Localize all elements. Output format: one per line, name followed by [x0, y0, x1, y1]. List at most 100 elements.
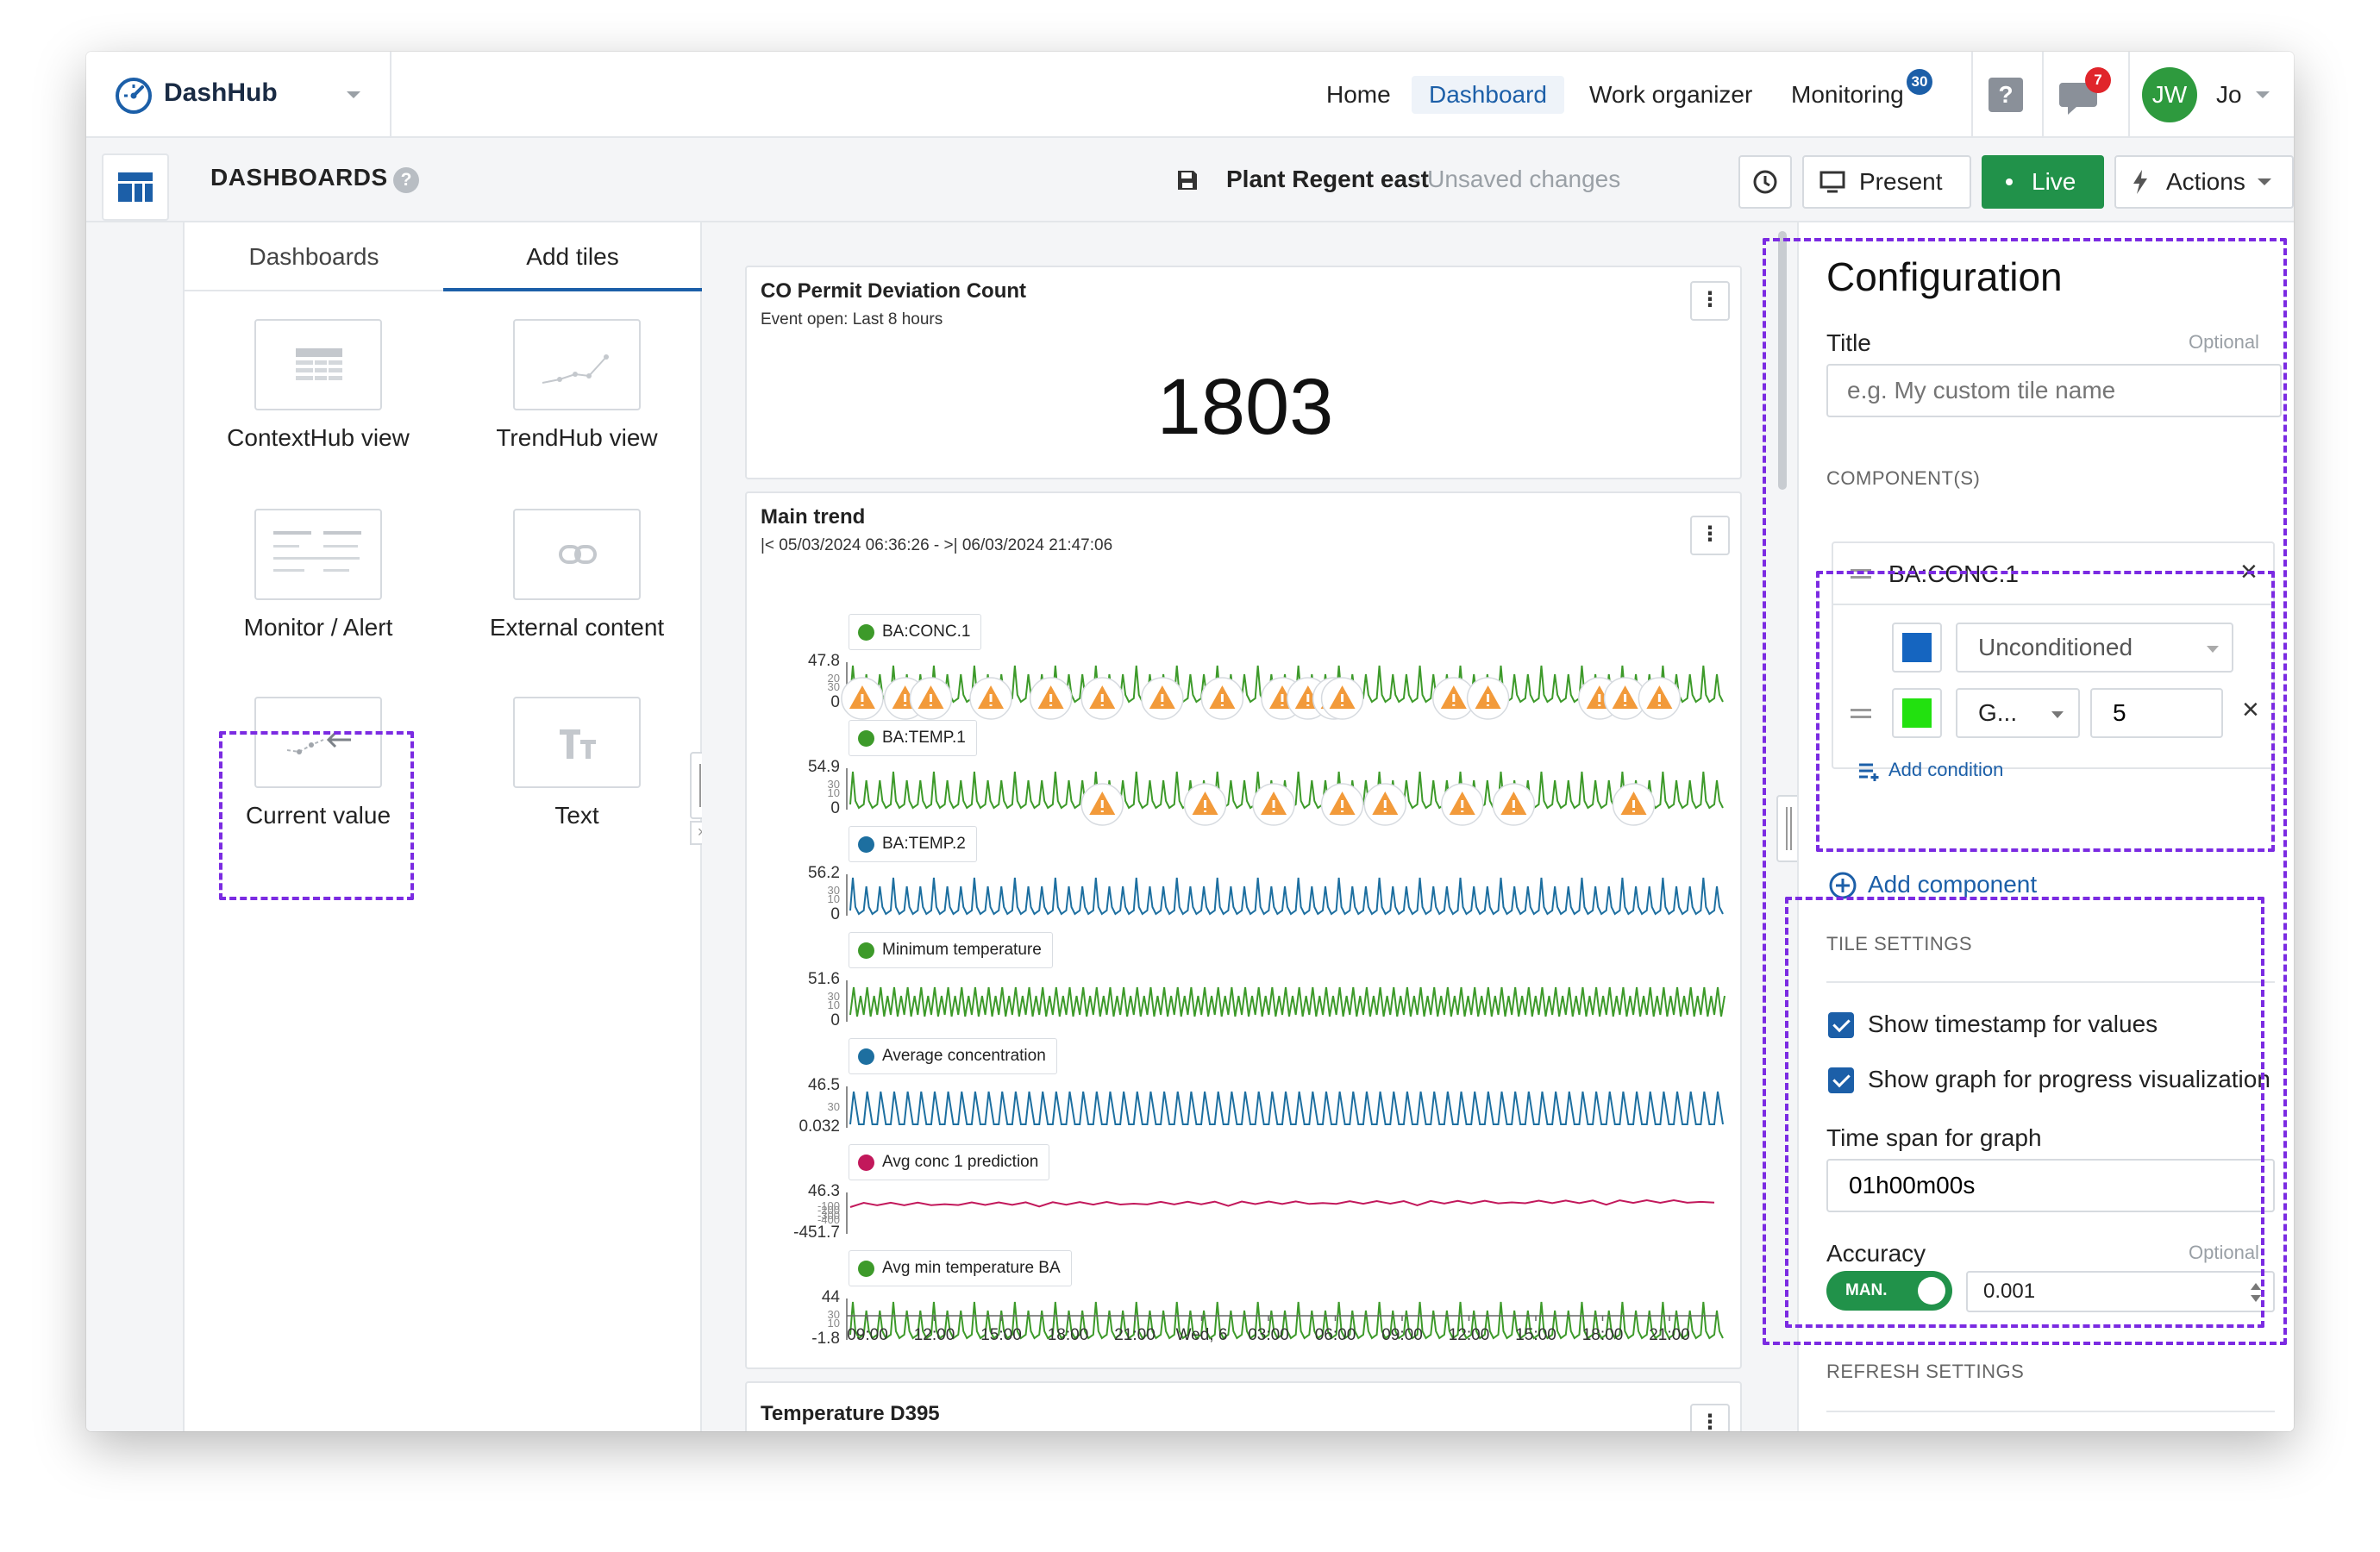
alert-warning-icon[interactable]	[1029, 677, 1073, 720]
component-card: BA:CONC.1 × Unconditioned G... ×	[1832, 541, 2275, 781]
alert-warning-icon[interactable]	[1320, 783, 1364, 826]
alert-warning-icon[interactable]	[1638, 677, 1682, 720]
help-icon[interactable]: ?	[393, 167, 419, 193]
trend-chart[interactable]: 09:00 12:00 15:00 18:00 21:00 Wed, 6 03:00 06:0…	[747, 493, 1744, 1371]
tile-monitor-alert[interactable]: Monitor / Alert	[202, 509, 435, 641]
actions-button[interactable]: Actions	[2114, 155, 2294, 209]
alert-warning-icon[interactable]	[1080, 783, 1124, 826]
card-menu-button[interactable]: ⋮	[1690, 281, 1730, 321]
nav-home[interactable]: Home	[1309, 76, 1408, 114]
default-color-picker[interactable]	[1892, 623, 1942, 673]
alert-warning-icon[interactable]	[1492, 783, 1536, 826]
tiles-panel: Dashboards Add tiles ContextHub view Tre…	[185, 222, 702, 1431]
series-color-dot	[858, 1261, 874, 1277]
actions-label: Actions	[2166, 168, 2245, 195]
help-icon[interactable]: ?	[1989, 78, 2023, 112]
title-input[interactable]	[1826, 364, 2282, 417]
card-menu-button[interactable]: ⋮	[1690, 1404, 1730, 1431]
series-color-dot	[858, 730, 874, 747]
left-rail	[86, 222, 185, 1431]
accuracy-input[interactable]: 0.001	[1966, 1271, 2275, 1312]
stepper-arrows-icon[interactable]	[2249, 1280, 2263, 1305]
tab-dashboards[interactable]: Dashboards	[185, 222, 443, 291]
alert-warning-icon[interactable]	[909, 677, 953, 720]
series-name: Average concentration	[882, 1047, 1046, 1065]
alert-warning-icon[interactable]	[1612, 783, 1656, 826]
tile-text[interactable]: Text	[460, 697, 693, 829]
alert-warning-icon[interactable]	[1466, 677, 1510, 720]
chevron-down-icon[interactable]	[2254, 90, 2271, 100]
show-graph-checkbox[interactable]	[1828, 1067, 1854, 1093]
condition-color-picker[interactable]	[1892, 688, 1942, 738]
top-navigation: DashHub Home Dashboard Work organizer Mo…	[86, 52, 2294, 138]
series-color-dot	[858, 942, 874, 959]
dashboards-toggle-button[interactable]	[102, 153, 169, 221]
app-switcher[interactable]: DashHub	[86, 52, 391, 138]
alert-warning-icon[interactable]	[1440, 783, 1484, 826]
drag-handle-icon[interactable]	[1851, 569, 1871, 572]
dashboards-heading: DASHBOARDS	[210, 164, 388, 191]
series-label[interactable]: Minimum temperature	[849, 932, 1053, 968]
tab-add-tiles[interactable]: Add tiles	[443, 222, 702, 291]
tile-label: Monitor / Alert	[243, 614, 393, 641]
condition-select[interactable]: Unconditioned	[1956, 623, 2233, 673]
user-avatar[interactable]: JW	[2142, 67, 2197, 122]
monitor-icon	[1819, 171, 1845, 193]
user-name[interactable]: Jo	[2216, 81, 2242, 109]
counter-card: CO Permit Deviation Count Event open: La…	[745, 266, 1742, 479]
nav-dashboard[interactable]: Dashboard	[1412, 76, 1564, 114]
alert-warning-icon[interactable]	[969, 677, 1012, 720]
components-label: COMPONENT(S)	[1826, 467, 1981, 489]
nav-monitoring[interactable]: Monitoring	[1774, 76, 1921, 114]
tile-contexthub-view[interactable]: ContextHub view	[202, 319, 435, 452]
alert-warning-icon[interactable]	[1252, 783, 1295, 826]
alert-warning-icon[interactable]	[1363, 783, 1407, 826]
tile-external-content[interactable]: External content	[460, 509, 693, 641]
alert-warning-icon[interactable]	[1200, 677, 1244, 720]
divider	[2042, 52, 2044, 138]
add-component-icon[interactable]	[1828, 871, 1857, 900]
main-trend-card: Main trend |< 05/03/2024 06:36:26 - >| 0…	[745, 491, 1742, 1369]
y-min-tick: -1.8	[811, 1330, 840, 1348]
alert-warning-icon[interactable]	[1320, 677, 1364, 720]
series-label[interactable]: BA:TEMP.1	[849, 720, 977, 756]
accuracy-label: Accuracy	[1826, 1240, 1926, 1267]
series-label[interactable]: BA:CONC.1	[849, 614, 982, 650]
alert-warning-icon[interactable]	[1080, 677, 1124, 720]
tile-label: Text	[554, 802, 599, 829]
live-button[interactable]: Live	[1982, 155, 2104, 209]
series-label[interactable]: BA:TEMP.2	[849, 826, 977, 862]
series-label[interactable]: Avg conc 1 prediction	[849, 1144, 1050, 1180]
remove-condition-icon[interactable]: ×	[2242, 693, 2259, 727]
show-timestamp-label: Show timestamp for values	[1868, 1011, 2158, 1037]
y-min-tick: 0	[830, 693, 840, 711]
drag-handle-icon[interactable]	[1851, 709, 1871, 711]
tile-trendhub-view[interactable]: TrendHub view	[460, 319, 693, 452]
tile-current-value[interactable]: Current value	[202, 697, 435, 829]
remove-component-icon[interactable]: ×	[2240, 555, 2258, 589]
unsaved-changes-text: - Unsaved changes	[1412, 166, 1621, 192]
dashhub-logo-icon	[116, 78, 152, 114]
present-button[interactable]: Present	[1802, 155, 1971, 209]
series-line	[849, 1198, 1715, 1208]
chevron-down-icon	[347, 91, 360, 98]
add-condition-link[interactable]: Add condition	[1888, 759, 2003, 781]
alert-warning-icon[interactable]	[1141, 677, 1184, 720]
add-component-link[interactable]: Add component	[1868, 871, 2037, 898]
temperature-card: Temperature D395 ⋮	[745, 1381, 1742, 1431]
series-label[interactable]: Average concentration	[849, 1038, 1057, 1074]
nav-work-organizer[interactable]: Work organizer	[1572, 76, 1769, 114]
monitor-list-icon	[273, 531, 361, 572]
alert-warning-icon[interactable]	[841, 677, 884, 720]
alert-warning-icon[interactable]	[1183, 783, 1227, 826]
condition-value-input[interactable]	[2090, 688, 2223, 738]
show-timestamp-checkbox[interactable]	[1828, 1012, 1854, 1038]
history-button[interactable]	[1738, 155, 1792, 209]
save-icon[interactable]	[1176, 169, 1199, 191]
series-label[interactable]: Avg min temperature BA	[849, 1250, 1072, 1286]
accuracy-mode-toggle[interactable]: MAN.	[1826, 1271, 1952, 1311]
operator-select[interactable]: G...	[1956, 688, 2080, 738]
timespan-input[interactable]	[1826, 1159, 2275, 1212]
canvas-scrollbar[interactable]	[1778, 231, 1787, 490]
optional-label: Optional	[2189, 331, 2259, 353]
